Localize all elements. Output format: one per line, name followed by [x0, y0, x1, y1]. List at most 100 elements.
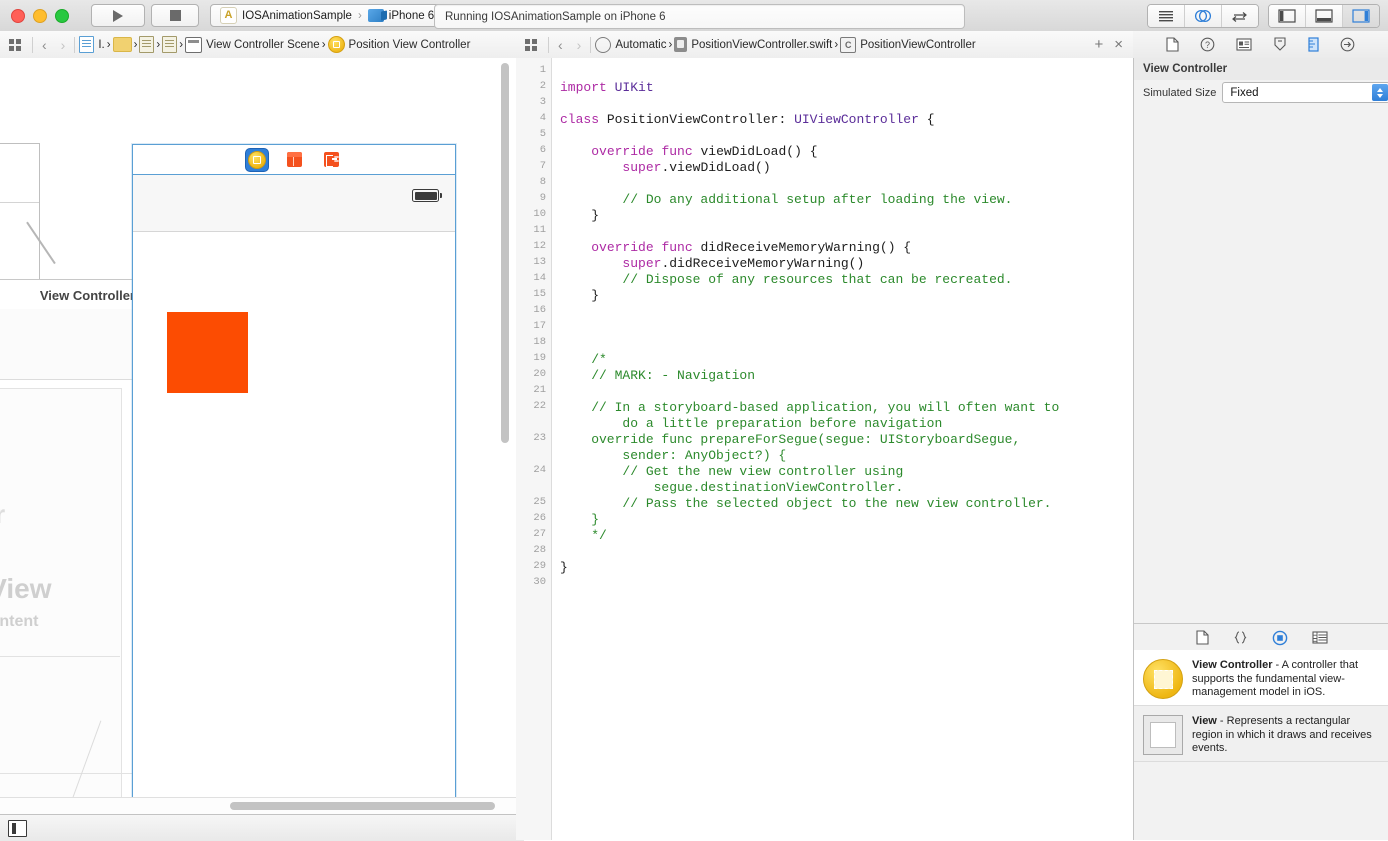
utilities-panel: View Controller Simulated Size Fixed Vie…	[1133, 58, 1388, 840]
line-number: 11	[533, 224, 546, 236]
canvas-vertical-scrollbar[interactable]	[501, 63, 509, 443]
library-item-view[interactable]: View - Represents a rectangular region i…	[1134, 706, 1388, 762]
toolbar-right-group	[1147, 4, 1380, 28]
attributes-inspector-icon[interactable]	[1273, 37, 1287, 52]
simulated-status-bar	[133, 175, 455, 232]
stepper-icon[interactable]	[1372, 84, 1388, 101]
line-number: 8	[539, 176, 546, 188]
standard-editor-button[interactable]	[1148, 5, 1185, 27]
version-editor-button[interactable]	[1222, 5, 1258, 27]
go-forward-button[interactable]: ›	[570, 38, 589, 52]
go-back-button[interactable]: ‹	[551, 38, 570, 52]
file-template-library-icon[interactable]	[1195, 630, 1209, 645]
code-line: // Dispose of any resources that can be …	[560, 272, 1013, 287]
code-line: override func didReceiveMemoryWarning() …	[591, 240, 912, 255]
utilities-toggle-button[interactable]	[1343, 5, 1379, 27]
scheme-selector[interactable]: A IOSAnimationSample › iPhone 6	[210, 4, 450, 27]
scheme-separator: ›	[357, 9, 362, 22]
line-number: 5	[539, 128, 546, 140]
breadcrumb-view-controller[interactable]: Position View Controller	[326, 36, 473, 53]
size-inspector-icon[interactable]	[1308, 37, 1319, 52]
canvas-scroll-thumb[interactable]	[230, 802, 495, 810]
breadcrumb-group[interactable]	[137, 36, 156, 53]
swift-file-icon	[674, 37, 688, 52]
line-number: 18	[533, 336, 546, 348]
media-library-icon[interactable]	[1311, 631, 1328, 644]
object-library-icon[interactable]	[1272, 630, 1288, 646]
related-items-icon[interactable]	[9, 38, 21, 51]
project-document-icon	[79, 36, 95, 53]
file-inspector-icon[interactable]	[1166, 37, 1179, 52]
code-line: // Pass the selected object to the new v…	[560, 496, 1052, 511]
identity-inspector-icon[interactable]	[1236, 38, 1252, 51]
navigator-toggle-button[interactable]	[1269, 5, 1306, 27]
breadcrumb-class[interactable]: C PositionViewController	[838, 36, 977, 53]
source-code-editor[interactable]: 1 2 3 4 5 6 7 8 9 10 11 12 13 14 15 16 17 18 19 20 21 22 23 24 2…	[516, 58, 1134, 840]
debug-area-toggle-button[interactable]	[1306, 5, 1343, 27]
line-number: 26	[533, 512, 546, 524]
view-controller-badge	[248, 150, 266, 169]
code-line: // In a storyboard-based application, yo…	[560, 400, 1060, 415]
xcode-window: A IOSAnimationSample › iPhone 6 Running …	[0, 0, 1388, 841]
minimize-window-button[interactable]	[33, 8, 47, 23]
code-line: }	[560, 208, 600, 223]
code-line: /*	[560, 352, 607, 367]
position-view-controller-scene[interactable]	[132, 144, 456, 804]
class-icon: C	[840, 36, 857, 53]
exit-dock-icon[interactable]	[320, 149, 342, 171]
go-forward-button[interactable]: ›	[54, 38, 73, 52]
ghost-label-top: er	[0, 499, 6, 530]
battery-icon	[412, 189, 442, 202]
scene-dock	[133, 145, 455, 175]
simulated-size-select[interactable]: Fixed	[1222, 82, 1388, 103]
adjacent-scene-body	[0, 309, 136, 380]
breadcrumb-storyboard[interactable]	[160, 36, 179, 53]
code-line: sender: AnyObject?) {	[560, 448, 787, 463]
line-number: 22	[533, 400, 546, 412]
code-line: */	[560, 528, 607, 543]
breadcrumb-folder[interactable]	[111, 37, 134, 52]
stop-button[interactable]	[151, 4, 199, 27]
line-number: 20	[533, 368, 546, 380]
library-item-view-controller[interactable]: View Controller - A controller that supp…	[1134, 650, 1388, 706]
breadcrumb-swift-file[interactable]: PositionViewController.swift	[672, 37, 834, 52]
divider	[74, 36, 76, 53]
divider	[590, 36, 592, 53]
breadcrumb-automatic[interactable]: Automatic	[593, 36, 668, 53]
storyboard-canvas[interactable]: er ble View atic Content View Controller	[0, 58, 517, 814]
close-assistant-editor-button[interactable]: ×	[1114, 36, 1123, 53]
connections-inspector-icon[interactable]	[1340, 37, 1355, 52]
code-content[interactable]: import UIKit class PositionViewController…	[560, 64, 1120, 592]
view-controller-dock-icon[interactable]	[246, 148, 268, 171]
line-number: 21	[533, 384, 546, 396]
orange-animated-view[interactable]	[167, 312, 248, 393]
quick-help-icon[interactable]: ?	[1200, 37, 1215, 52]
related-items-icon[interactable]	[525, 38, 537, 51]
code-line: do a little preparation before navigatio…	[560, 416, 943, 431]
breadcrumb-scene[interactable]: View Controller Scene	[183, 36, 322, 53]
assistant-editor-button[interactable]	[1185, 5, 1222, 27]
canvas-horizontal-scrollbar[interactable]	[0, 797, 516, 814]
breadcrumb-project[interactable]: I.	[77, 36, 106, 53]
adjacent-scene-label: View Controller	[39, 287, 135, 303]
library-item-title: View	[1192, 715, 1217, 727]
filter-panel-icon[interactable]	[8, 819, 27, 837]
go-back-button[interactable]: ‹	[35, 38, 54, 52]
add-assistant-editor-button[interactable]: +	[1094, 36, 1103, 53]
panel-toggle-segmented-control	[1268, 4, 1380, 28]
breadcrumb-swift-file-label: PositionViewController.swift	[691, 38, 833, 51]
breadcrumb-view-controller-label: Position View Controller	[348, 38, 471, 51]
zoom-window-button[interactable]	[55, 8, 69, 23]
close-window-button[interactable]	[11, 8, 25, 23]
code-snippet-library-icon[interactable]	[1233, 630, 1248, 645]
first-responder-dock-icon[interactable]	[283, 149, 305, 171]
scene-icon	[185, 36, 203, 53]
library-item-text: View Controller - A controller that supp…	[1192, 659, 1379, 698]
run-button[interactable]	[91, 4, 145, 27]
